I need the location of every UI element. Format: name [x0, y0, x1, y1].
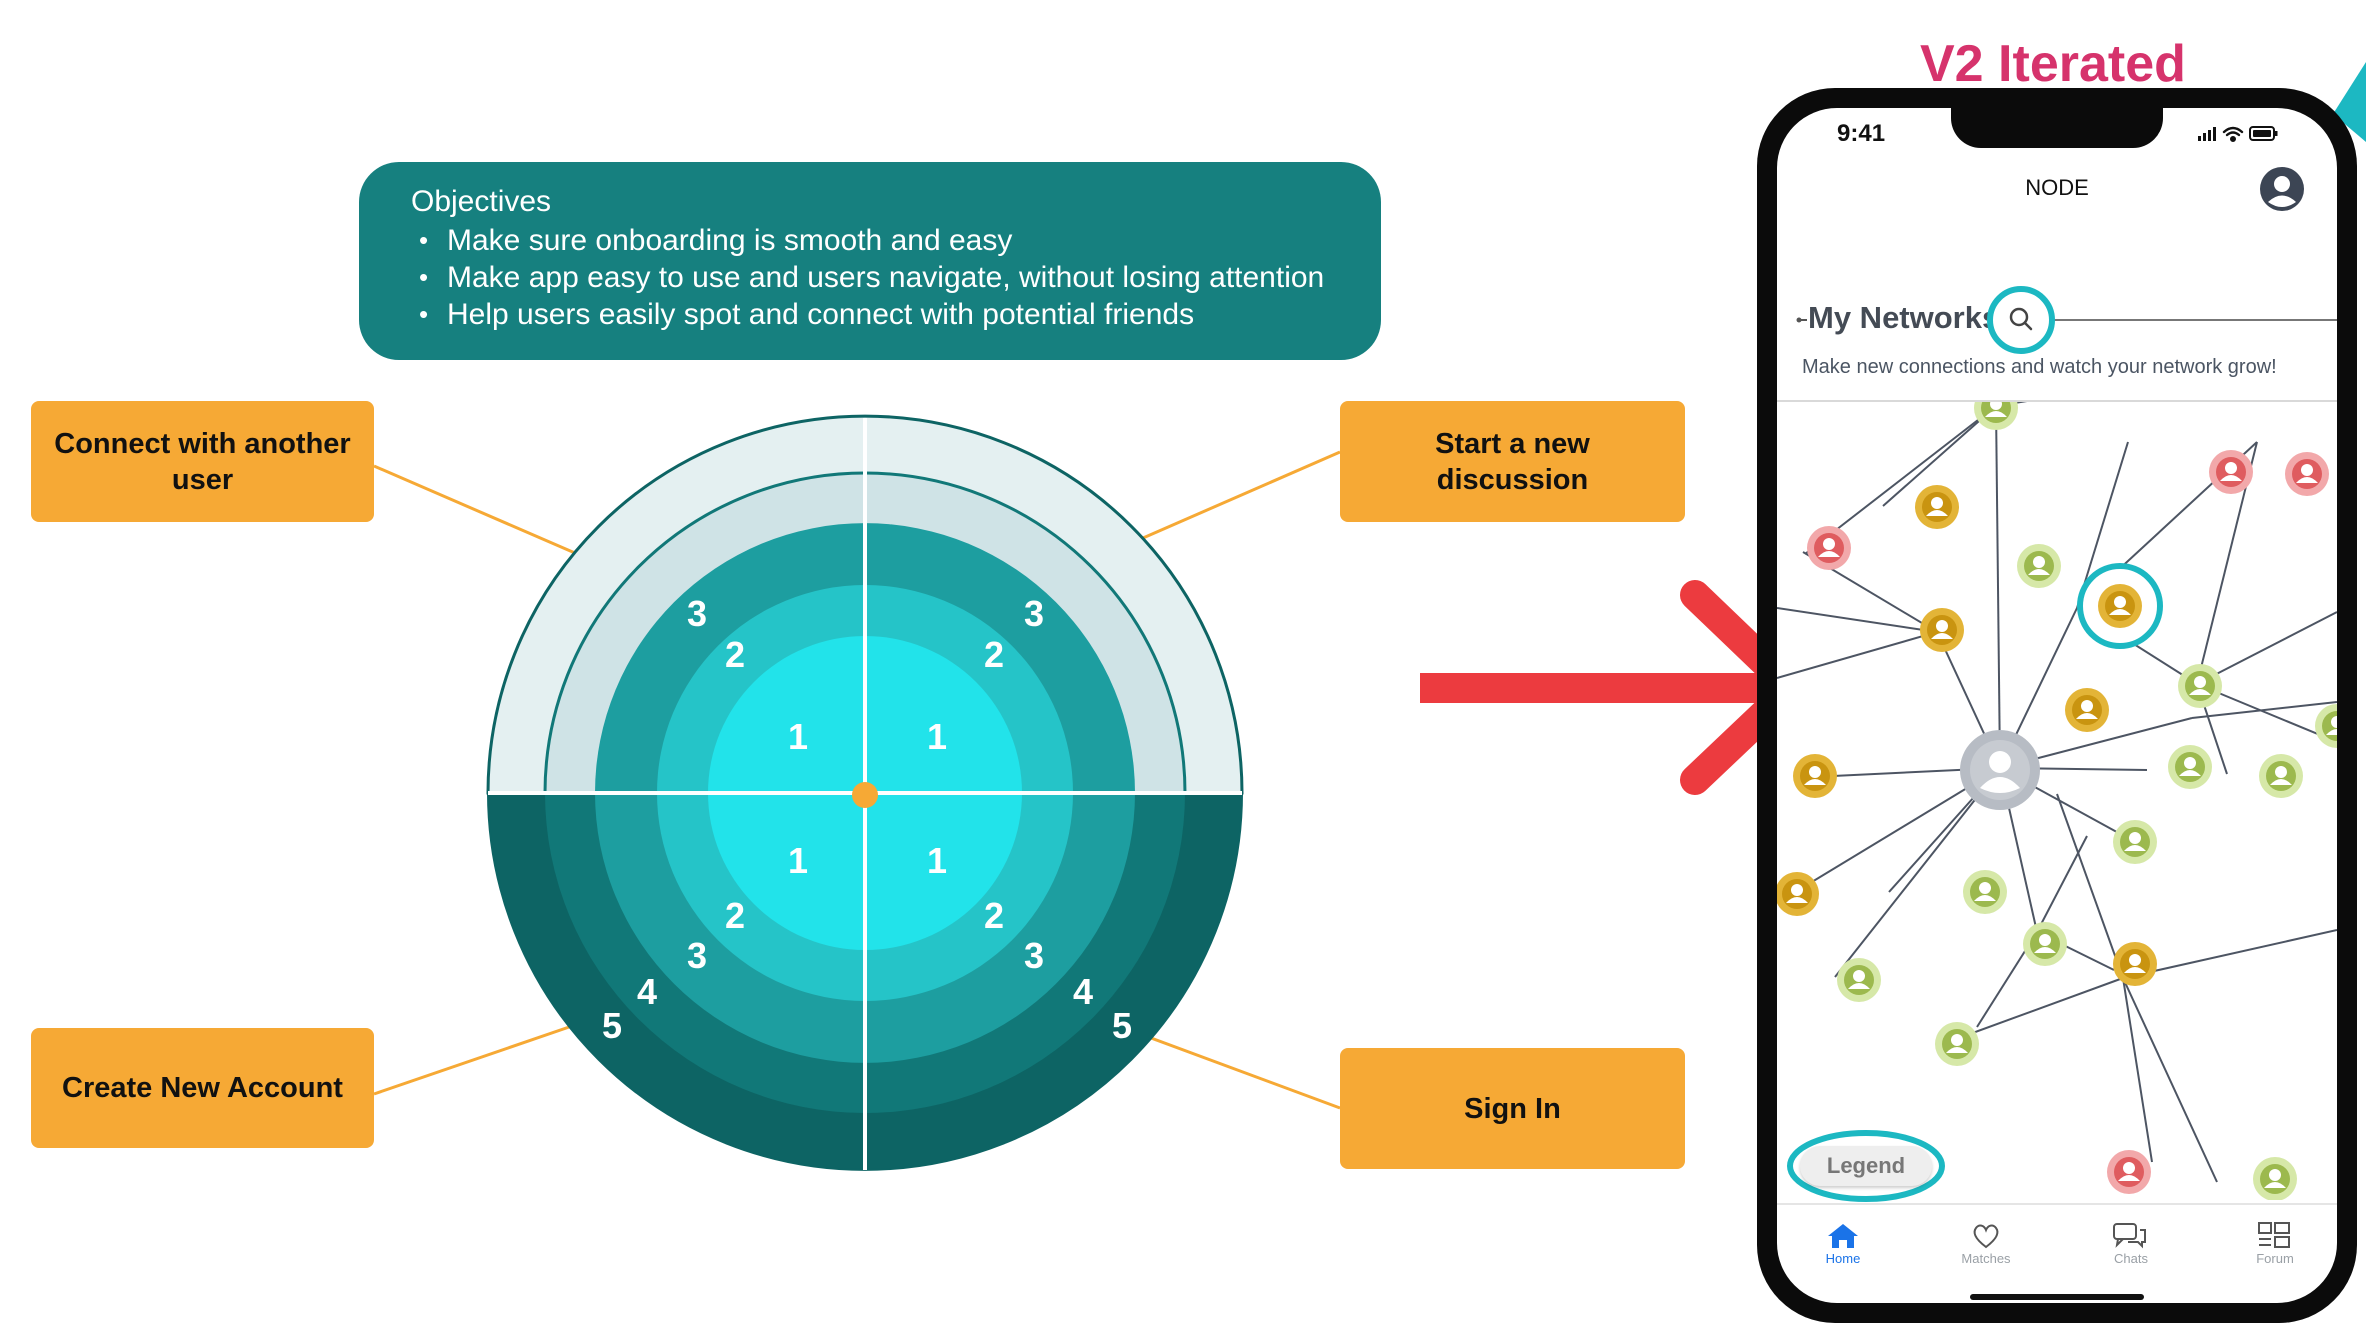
user-node-gold — [1777, 872, 1819, 916]
ring-number: 2 — [984, 634, 1004, 675]
legend-button[interactable]: Legend — [1800, 1146, 1932, 1186]
ring-number: 2 — [984, 895, 1004, 936]
arrow-right-icon — [1420, 580, 1807, 795]
user-node-green — [2315, 704, 2337, 748]
tab-matches[interactable]: Matches — [1941, 1251, 2031, 1266]
user-node-green — [2168, 745, 2212, 789]
section-subtitle: Make new connections and watch your netw… — [1802, 356, 2277, 378]
tab-bar — [1777, 1205, 2337, 1285]
user-node-green — [2253, 1157, 2297, 1200]
search-icon[interactable] — [1985, 284, 2057, 356]
app-title: NODE — [2025, 175, 2089, 200]
user-node-gold — [1793, 754, 1837, 798]
tag-create-account: Create New Account — [31, 1028, 374, 1148]
user-node-red — [2209, 450, 2253, 494]
forum-icon[interactable] — [2257, 1221, 2291, 1249]
user-node-highlighted — [2077, 563, 2163, 649]
connector-line — [1142, 450, 1341, 540]
user-node-center — [1960, 730, 2040, 810]
network-nodes — [1777, 402, 2337, 1200]
tag-discussion: Start a new discussion — [1340, 401, 1685, 522]
chat-icon[interactable] — [2112, 1220, 2148, 1250]
user-node-gold — [2065, 688, 2109, 732]
wifi-icon — [2222, 126, 2244, 142]
user-node-gold — [2113, 942, 2157, 986]
user-node-red — [2285, 452, 2329, 496]
ring-number: 1 — [927, 840, 947, 881]
tab-home[interactable]: Home — [1798, 1251, 1888, 1266]
user-node-green — [2259, 754, 2303, 798]
tag-connect: Connect with another user — [31, 401, 374, 522]
user-node-gold — [1915, 485, 1959, 529]
connector-line — [1142, 1033, 1341, 1110]
user-node-green — [1963, 870, 2007, 914]
tab-chats[interactable]: Chats — [2086, 1251, 2176, 1266]
heart-icon[interactable] — [1971, 1222, 2001, 1250]
battery-icon — [2249, 126, 2278, 141]
ring-number: 2 — [725, 895, 745, 936]
ring-number: 5 — [602, 1005, 622, 1046]
ring-number: 1 — [788, 716, 808, 757]
connector-line — [373, 1023, 576, 1096]
status-time: 9:41 — [1837, 120, 1886, 147]
ring-number: 5 — [1112, 1005, 1132, 1046]
user-node-green — [2178, 664, 2222, 708]
ring-number: 3 — [687, 935, 707, 976]
tag-sign-in: Sign In — [1340, 1048, 1685, 1169]
user-node-green — [1974, 402, 2018, 430]
ring-number: 3 — [1024, 935, 1044, 976]
user-node-green — [1935, 1022, 1979, 1066]
signal-icon — [2198, 127, 2216, 141]
ring-number: 2 — [725, 634, 745, 675]
profile-avatar-icon[interactable] — [2258, 165, 2306, 213]
ring-number: 3 — [1024, 593, 1044, 634]
user-node-red — [2107, 1150, 2151, 1194]
ring-number: 4 — [1073, 971, 1093, 1012]
ring-number: 1 — [927, 716, 947, 757]
tab-forum[interactable]: Forum — [2230, 1251, 2320, 1266]
status-icons — [2198, 126, 2278, 142]
user-node-gold — [1920, 608, 1964, 652]
home-icon[interactable] — [1826, 1221, 1860, 1249]
center-dot — [852, 782, 878, 808]
user-node-red — [1807, 526, 1851, 570]
phone-notch — [1951, 100, 2163, 148]
version-label: V2 Iterated — [1920, 35, 2186, 93]
home-indicator — [1970, 1294, 2144, 1300]
ring-number: 1 — [788, 840, 808, 881]
section-title: My Networks — [1808, 300, 2000, 335]
user-node-green — [2113, 820, 2157, 864]
user-node-green — [1837, 958, 1881, 1002]
ring-number: 4 — [637, 971, 657, 1012]
user-node-green — [2017, 544, 2061, 588]
user-node-green — [2023, 922, 2067, 966]
connector-line — [373, 464, 576, 555]
ring-number: 3 — [687, 593, 707, 634]
